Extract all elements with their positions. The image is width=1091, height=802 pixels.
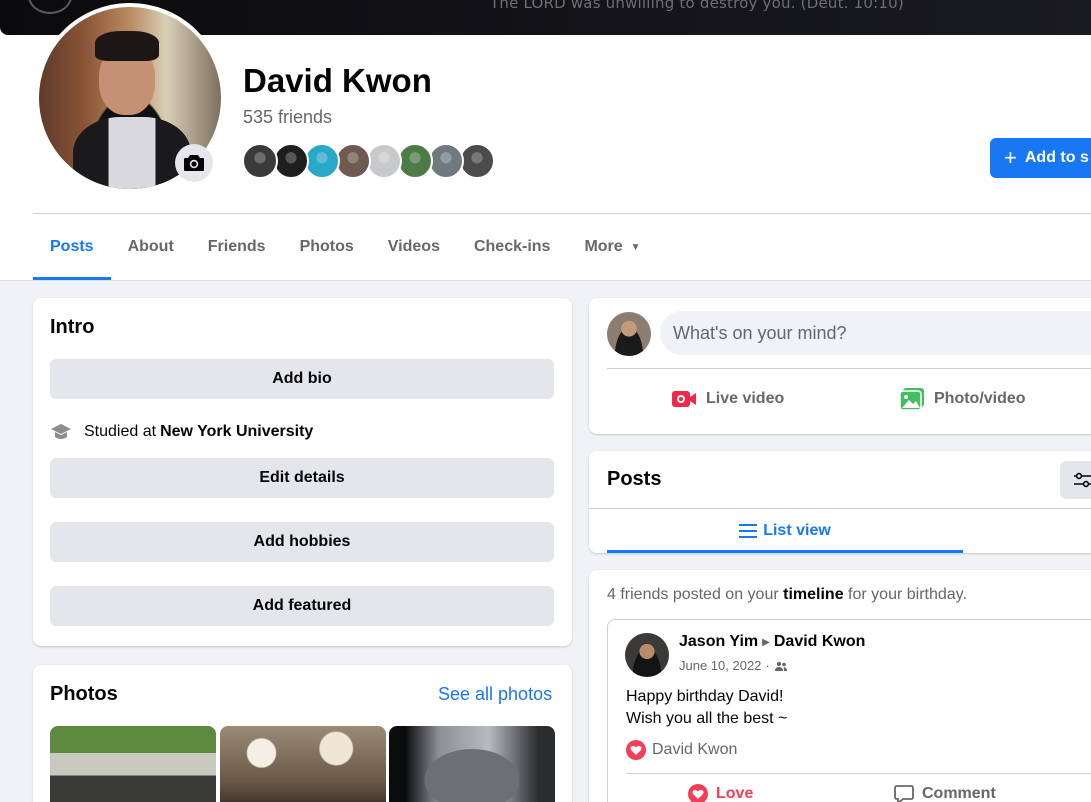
filters-button[interactable]: [1060, 461, 1091, 499]
cover-logo: [28, 0, 72, 14]
camera-icon: [184, 155, 204, 171]
photo-thumbnail[interactable]: [389, 726, 555, 802]
photos-card: Photos See all photos: [33, 665, 572, 802]
timeline-link[interactable]: timeline: [783, 586, 843, 603]
reaction-summary[interactable]: David Kwon: [626, 740, 737, 760]
posts-title: Posts: [607, 468, 662, 490]
post-composer: What's on your mind? Live video Photo/vi…: [589, 298, 1091, 434]
tab-check-ins[interactable]: Check-ins: [457, 214, 567, 280]
avatar[interactable]: [607, 312, 651, 356]
friend-count[interactable]: 535 friends: [243, 107, 332, 128]
post: Jason Yim ▶ David Kwon June 10, 2022 · H…: [607, 619, 1091, 802]
caret-down-icon: ▼: [630, 241, 641, 253]
friend-avatar[interactable]: [366, 143, 402, 179]
tab-more[interactable]: More ▼: [567, 214, 657, 280]
friend-avatar[interactable]: [459, 143, 495, 179]
arrow-right-icon: ▶: [762, 636, 770, 648]
post-date[interactable]: June 10, 2022: [679, 658, 761, 673]
love-reaction-icon: [688, 784, 708, 802]
tab-posts[interactable]: Posts: [33, 214, 111, 280]
plus-icon: +: [1004, 145, 1017, 170]
friend-avatar[interactable]: [304, 143, 340, 179]
live-video-button[interactable]: Live video: [671, 385, 784, 413]
friend-avatar-stack: [242, 143, 495, 179]
post-actions-divider: [626, 773, 1091, 774]
comment-icon: [894, 785, 914, 802]
composer-input[interactable]: What's on your mind?: [660, 311, 1091, 355]
friend-avatar[interactable]: [335, 143, 371, 179]
friend-avatar[interactable]: [273, 143, 309, 179]
add-to-story-label: Add to s: [1024, 149, 1089, 166]
composer-divider: [607, 368, 1091, 369]
love-reaction-icon: [626, 740, 646, 760]
add-to-story-button[interactable]: + Add to s: [990, 138, 1091, 178]
love-button[interactable]: Love: [688, 784, 753, 802]
cover-quote: The LORD was unwilling to destroy you. (…: [490, 0, 904, 12]
education-item: Studied at New York University: [50, 422, 313, 442]
post-author[interactable]: Jason Yim: [679, 633, 758, 651]
list-view-tab[interactable]: List view: [607, 509, 963, 553]
friend-avatar[interactable]: [428, 143, 464, 179]
photo-icon: [899, 388, 924, 411]
profile-tabs: Posts About Friends Photos Videos Check-…: [33, 214, 658, 280]
photo-thumbnail[interactable]: [220, 726, 386, 802]
tab-photos[interactable]: Photos: [283, 214, 371, 280]
profile-name: David Kwon: [243, 62, 432, 99]
friend-avatar[interactable]: [242, 143, 278, 179]
update-profile-picture-button[interactable]: [175, 144, 213, 182]
post-target[interactable]: David Kwon: [774, 633, 866, 651]
graduation-cap-icon: [51, 424, 71, 439]
birthday-posts-card: 4 friends posted on your timeline for yo…: [589, 570, 1091, 802]
photo-video-button[interactable]: Photo/video: [899, 385, 1026, 413]
tab-videos[interactable]: Videos: [371, 214, 457, 280]
avatar[interactable]: [625, 633, 669, 677]
comment-button[interactable]: Comment: [894, 784, 996, 802]
tab-about[interactable]: About: [111, 214, 191, 280]
post-body: Happy birthday David! Wish you all the b…: [626, 688, 788, 727]
list-icon: [739, 524, 758, 538]
post-meta: June 10, 2022 ·: [679, 658, 788, 673]
add-hobbies-button[interactable]: Add hobbies: [50, 522, 554, 562]
school-link[interactable]: New York University: [160, 423, 313, 441]
friends-audience-icon: [774, 661, 787, 671]
friend-avatar[interactable]: [397, 143, 433, 179]
post-author-line: Jason Yim ▶ David Kwon: [679, 633, 865, 651]
see-all-photos-link[interactable]: See all photos: [438, 684, 552, 705]
intro-title: Intro: [50, 316, 95, 338]
intro-card: Intro Add bio Studied at New York Univer…: [33, 298, 572, 646]
posts-header-card: Posts List view: [589, 451, 1091, 553]
add-featured-button[interactable]: Add featured: [50, 586, 554, 626]
filter-sliders-icon: [1074, 472, 1091, 488]
photo-thumbnail[interactable]: [50, 726, 216, 802]
add-bio-button[interactable]: Add bio: [50, 359, 554, 399]
tab-friends[interactable]: Friends: [191, 214, 283, 280]
photos-title: Photos: [50, 683, 118, 705]
birthday-summary: 4 friends posted on your timeline for yo…: [607, 586, 967, 603]
edit-details-button[interactable]: Edit details: [50, 458, 554, 498]
education-prefix: Studied at: [84, 423, 157, 440]
live-video-icon: [672, 391, 696, 407]
